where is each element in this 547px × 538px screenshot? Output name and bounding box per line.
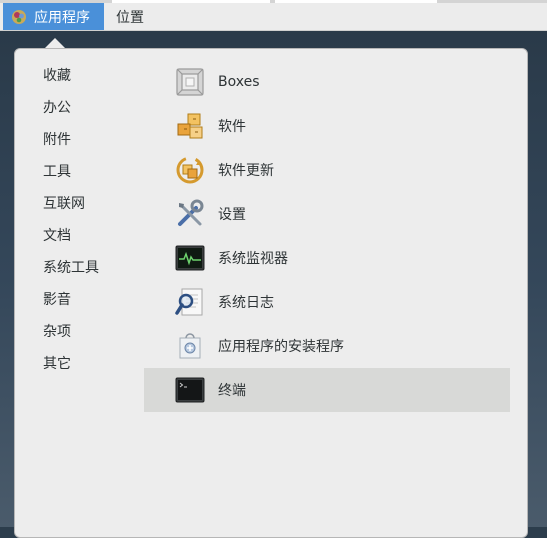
- app-label: 系统监视器: [218, 251, 288, 267]
- category-favorites[interactable]: 收藏: [43, 60, 99, 92]
- gnome-foot-icon: [12, 9, 26, 24]
- terminal-icon: [174, 374, 206, 406]
- software-icon: [174, 110, 206, 142]
- app-item-terminal[interactable]: 终端: [144, 368, 510, 412]
- app-item-app-installer[interactable]: 应用程序的安装程序: [144, 324, 510, 368]
- category-documents[interactable]: 文档: [43, 220, 99, 252]
- boxes-icon: [174, 66, 206, 98]
- window-strip-segment: [275, 0, 437, 3]
- app-installer-icon: [174, 330, 206, 362]
- app-item-system-monitor[interactable]: 系统监视器: [144, 236, 510, 280]
- app-item-settings[interactable]: 设置: [144, 192, 510, 236]
- category-internet[interactable]: 互联网: [43, 188, 99, 220]
- app-label: 系统日志: [218, 295, 274, 311]
- top-bar: 应用程序 位置: [0, 0, 547, 31]
- category-sound-video[interactable]: 影音: [43, 284, 99, 316]
- places-menu-label: 位置: [116, 9, 144, 26]
- app-label: 软件更新: [218, 163, 274, 179]
- app-label: 应用程序的安装程序: [218, 339, 344, 355]
- app-label: Boxes: [218, 74, 260, 90]
- category-list: 收藏 办公 附件 工具 互联网 文档 系统工具 影音 杂项 其它: [43, 60, 99, 380]
- category-system-tools[interactable]: 系统工具: [43, 252, 99, 284]
- app-label: 终端: [218, 383, 246, 399]
- category-utilities[interactable]: 工具: [43, 156, 99, 188]
- applications-menu-label: 应用程序: [34, 9, 90, 26]
- system-monitor-icon: [174, 242, 206, 274]
- category-office[interactable]: 办公: [43, 92, 99, 124]
- system-log-icon: [174, 286, 206, 318]
- app-list: Boxes 软件 软件更新 设置 系统监视器 系统日志 应用程序的安装程序 终端: [144, 60, 510, 412]
- menu-pointer: [45, 38, 65, 48]
- app-label: 软件: [218, 119, 246, 135]
- app-item-software-update[interactable]: 软件更新: [144, 148, 510, 192]
- category-sundry[interactable]: 杂项: [43, 316, 99, 348]
- category-other[interactable]: 其它: [43, 348, 99, 380]
- settings-icon: [174, 198, 206, 230]
- app-item-software[interactable]: 软件: [144, 104, 510, 148]
- app-item-system-log[interactable]: 系统日志: [144, 280, 510, 324]
- places-menu-button[interactable]: 位置: [106, 3, 154, 30]
- software-update-icon: [174, 154, 206, 186]
- applications-menu-button[interactable]: 应用程序: [3, 3, 104, 30]
- app-label: 设置: [218, 207, 246, 223]
- app-item-boxes[interactable]: Boxes: [144, 60, 510, 104]
- category-accessories[interactable]: 附件: [43, 124, 99, 156]
